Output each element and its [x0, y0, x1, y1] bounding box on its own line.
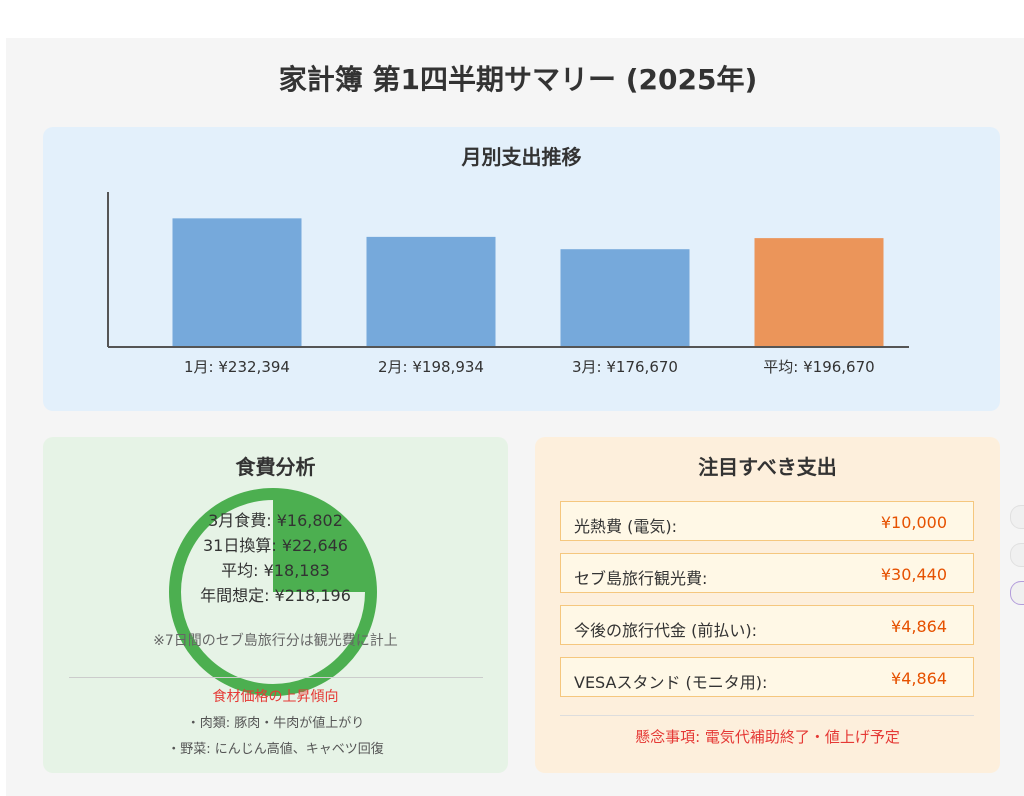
notable-divider	[560, 715, 974, 716]
food-analysis-panel: 食費分析 3月食費: ¥16,802 31日換算: ¥22,646 平均: ¥1…	[43, 437, 508, 773]
food-stat-march: 3月食費: ¥16,802	[208, 511, 343, 530]
bar-2	[560, 249, 690, 347]
expense-item-prepaid-travel: 今後の旅行代金 (前払い): ¥4,864	[560, 605, 974, 645]
expense-label: セブ島旅行観光費:	[574, 569, 708, 588]
bar-label-3: 平均: ¥196,670	[763, 358, 874, 376]
monthly-bar-chart: 1月: ¥232,394 2月: ¥198,934 3月: ¥176,670 平均: …	[107, 192, 909, 376]
notable-alert: 懸念事項: 電気代補助終了・値上げ予定	[635, 728, 900, 746]
food-divider	[69, 677, 483, 678]
expense-label: 今後の旅行代金 (前払い):	[574, 621, 757, 640]
edge-control-button[interactable]	[1010, 581, 1024, 605]
food-stat-annual: 年間想定: ¥218,196	[200, 586, 351, 605]
expense-amount: ¥10,000	[880, 513, 947, 532]
food-stat-31day: 31日換算: ¥22,646	[202, 536, 348, 555]
bar-label-1: 2月: ¥198,934	[378, 358, 484, 376]
summary-page: 家計簿 第1四半期サマリー (2025年) 月別支出推移 1月: ¥232,39…	[6, 38, 1024, 796]
food-note: ※7日間のセブ島旅行分は観光費に計上	[153, 633, 398, 649]
bar-label-0: 1月: ¥232,394	[184, 358, 290, 376]
bar-0	[172, 218, 302, 347]
food-analysis-title: 食費分析	[235, 455, 316, 479]
page-title: 家計簿 第1四半期サマリー (2025年)	[278, 63, 758, 96]
monthly-trend-panel: 月別支出推移 1月: ¥232,394 2月: ¥198,934 3月: ¥176,…	[43, 127, 1000, 411]
expense-amount: ¥4,864	[891, 617, 947, 636]
expense-label: 光熱費 (電気):	[574, 517, 677, 536]
food-bullet-vegetables: ・野菜: にんじん高値、キャベツ回復	[167, 742, 384, 757]
food-bullet-meat: ・肉類: 豚肉・牛肉が値上がり	[186, 716, 365, 731]
edge-control-button[interactable]	[1010, 543, 1024, 567]
bar-label-2: 3月: ¥176,670	[572, 358, 678, 376]
expense-item-vesa-stand: VESAスタンド (モニタ用): ¥4,864	[560, 657, 974, 697]
bar-1	[366, 236, 496, 347]
food-alert: 食材価格の上昇傾向	[212, 689, 339, 705]
expense-amount: ¥30,440	[880, 565, 947, 584]
food-stat-average: 平均: ¥18,183	[221, 561, 330, 580]
expense-item-electricity: 光熱費 (電気): ¥10,000	[560, 501, 974, 541]
expense-amount: ¥4,864	[891, 669, 947, 688]
bar-3	[754, 238, 884, 347]
expense-item-cebu-tour: セブ島旅行観光費: ¥30,440	[560, 553, 974, 593]
notable-expenses-panel: 注目すべき支出 光熱費 (電気): ¥10,000 セブ島旅行観光費: ¥30,…	[535, 437, 1000, 773]
expense-label: VESAスタンド (モニタ用):	[574, 673, 768, 692]
notable-expenses-title: 注目すべき支出	[698, 455, 837, 479]
edge-control-button[interactable]	[1010, 505, 1024, 529]
